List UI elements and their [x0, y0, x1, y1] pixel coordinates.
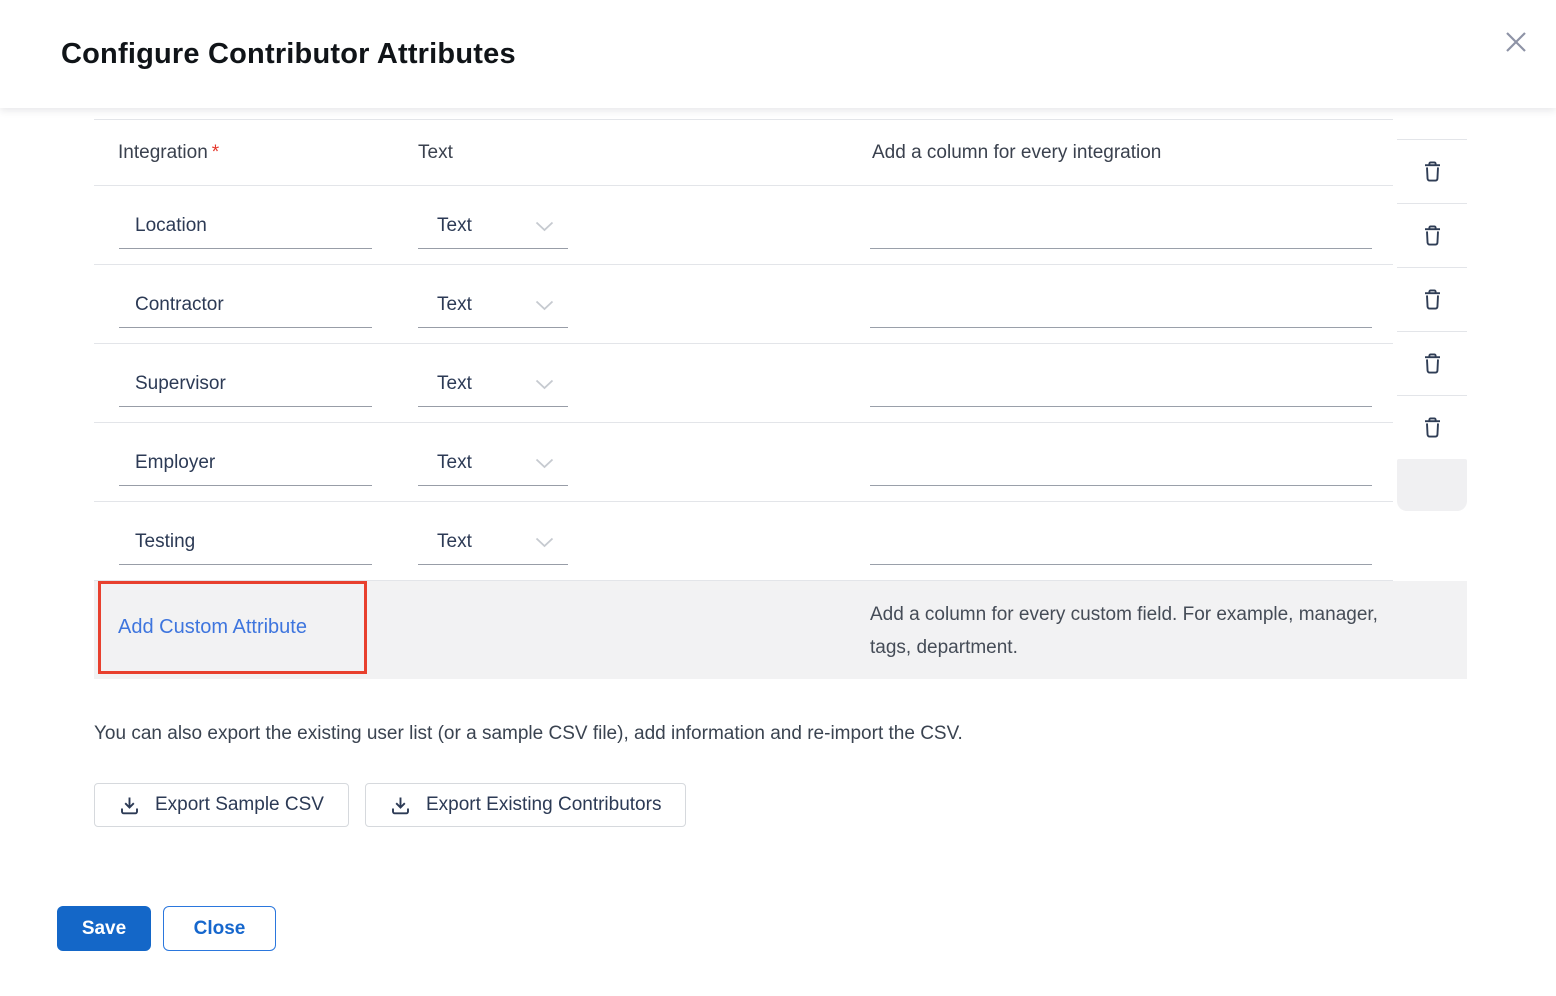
delete-attribute-button[interactable]	[1418, 284, 1447, 315]
chevron-down-icon	[535, 300, 554, 311]
delete-column	[1397, 119, 1467, 511]
attributes-table: Integration* Text Add a column for every…	[94, 119, 1467, 679]
delete-cell	[1397, 395, 1467, 459]
delete-cell	[1397, 203, 1467, 267]
attribute-type-label: Text	[418, 142, 568, 164]
attribute-type-select[interactable]: Text	[418, 442, 568, 486]
delete-attribute-button[interactable]	[1418, 348, 1447, 379]
type-select-value: Text	[437, 452, 472, 476]
table-row: Text	[94, 344, 1393, 423]
attribute-name-input[interactable]	[119, 363, 372, 407]
type-select-value: Text	[437, 373, 472, 397]
table-row: Text	[94, 423, 1393, 502]
chevron-down-icon	[535, 458, 554, 469]
trash-icon	[1422, 171, 1443, 186]
table-row: Text	[94, 265, 1393, 344]
add-custom-attribute-description: Add a column for every custom field. For…	[870, 598, 1390, 664]
attribute-description-input[interactable]	[870, 442, 1372, 486]
download-icon	[390, 795, 411, 816]
delete-column-empty-cell	[1397, 459, 1467, 511]
save-button[interactable]: Save	[57, 906, 151, 951]
table-row: Text	[94, 186, 1393, 265]
x-icon	[1503, 29, 1529, 55]
attribute-name-input[interactable]	[119, 521, 372, 565]
export-hint-text: You can also export the existing user li…	[94, 723, 1556, 745]
type-select-value: Text	[437, 531, 472, 555]
attribute-name-input[interactable]	[119, 284, 372, 328]
type-select-value: Text	[437, 294, 472, 318]
delete-attribute-button[interactable]	[1418, 156, 1447, 187]
attribute-type-select[interactable]: Text	[418, 205, 568, 249]
export-buttons-row: Export Sample CSV Export Existing Contri…	[94, 783, 1556, 827]
integration-label: Integration	[118, 142, 208, 163]
attribute-description-input[interactable]	[870, 284, 1372, 328]
type-select-value: Text	[437, 215, 472, 239]
trash-icon	[1422, 299, 1443, 314]
attributes-table-body: Integration* Text Add a column for every…	[94, 119, 1393, 581]
dialog-title: Configure Contributor Attributes	[61, 38, 516, 71]
configure-contributor-attributes-dialog: Configure Contributor Attributes Integra…	[0, 0, 1556, 996]
attribute-type-select[interactable]: Text	[418, 284, 568, 328]
attribute-description-input[interactable]	[870, 363, 1372, 407]
attribute-description-input[interactable]	[870, 521, 1372, 565]
delete-cell	[1397, 331, 1467, 395]
export-sample-csv-label: Export Sample CSV	[155, 794, 324, 816]
delete-attribute-button[interactable]	[1418, 412, 1447, 443]
attribute-type-select[interactable]: Text	[418, 521, 568, 565]
attribute-description-input[interactable]	[870, 205, 1372, 249]
delete-attribute-button[interactable]	[1418, 220, 1447, 251]
add-custom-attribute-link[interactable]: Add Custom Attribute	[118, 581, 307, 674]
attribute-name-input[interactable]	[119, 205, 372, 249]
trash-icon	[1422, 363, 1443, 378]
attribute-description-label: Add a column for every integration	[872, 142, 1372, 164]
attribute-name-label: Integration*	[118, 142, 372, 164]
table-row-integration: Integration* Text Add a column for every…	[94, 120, 1393, 186]
delete-cell	[1397, 267, 1467, 331]
delete-column-spacer	[1397, 119, 1467, 139]
trash-icon	[1422, 427, 1443, 442]
attribute-type-select[interactable]: Text	[418, 363, 568, 407]
dialog-header: Configure Contributor Attributes	[0, 0, 1556, 108]
add-custom-attribute-row: Add Custom Attribute Add a column for ev…	[94, 581, 1467, 679]
dialog-actions: Save Close	[57, 906, 1556, 951]
chevron-down-icon	[535, 379, 554, 390]
trash-icon	[1422, 235, 1443, 250]
attribute-name-input[interactable]	[119, 442, 372, 486]
download-icon	[119, 795, 140, 816]
export-sample-csv-button[interactable]: Export Sample CSV	[94, 783, 349, 827]
table-row: Text	[94, 502, 1393, 581]
export-existing-contributors-button[interactable]: Export Existing Contributors	[365, 783, 687, 827]
delete-cell	[1397, 139, 1467, 203]
required-asterisk: *	[212, 142, 219, 163]
chevron-down-icon	[535, 537, 554, 548]
export-existing-contributors-label: Export Existing Contributors	[426, 794, 662, 816]
dialog-close-button[interactable]	[1501, 27, 1531, 57]
chevron-down-icon	[535, 221, 554, 232]
close-button[interactable]: Close	[163, 906, 276, 951]
